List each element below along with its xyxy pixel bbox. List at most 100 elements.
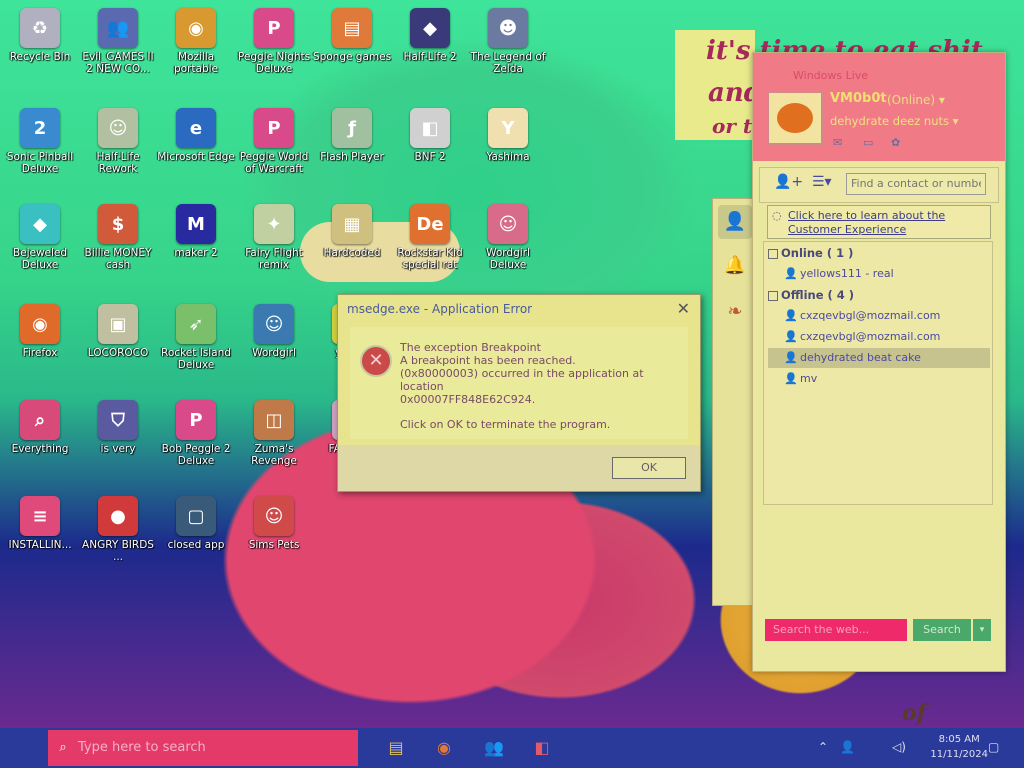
game-icon: ☺: [254, 304, 294, 344]
contact-search-input[interactable]: [846, 173, 986, 195]
add-contact-icon[interactable]: 👤+: [774, 174, 803, 190]
desktop-icon[interactable]: ◉ Mozilla portable: [156, 8, 236, 75]
desktop-icon[interactable]: P Bob Peggle 2 Deluxe: [156, 400, 236, 467]
taskbar-search[interactable]: ⌕ Type here to search: [48, 730, 358, 766]
message-line: (0x80000003) occurred in the application…: [400, 367, 644, 393]
desktop-icon[interactable]: ◆ Bejeweled Deluxe: [0, 204, 80, 271]
group-label: Offline ( 4 ): [781, 288, 855, 302]
desktop-icon-label: Peggle World of Warcraft: [239, 151, 309, 175]
desktop-icon[interactable]: $ Billie MONEY cash: [78, 204, 158, 271]
desktop-icon[interactable]: ▣ LOCOROCO: [78, 304, 158, 359]
desktop-icon[interactable]: Mmaker 2: [156, 204, 236, 259]
customer-experience-notice[interactable]: ◌ Click here to learn about the Customer…: [767, 205, 991, 239]
taskbar: ⌕ Type here to search ▤ ◉ 👥 ◧ ⌃ 👤 ◁) 8:05…: [0, 728, 1024, 768]
ok-button[interactable]: OK: [612, 457, 686, 479]
status-selector[interactable]: (Online) ▾: [887, 93, 945, 107]
desktop-icon[interactable]: ➶ Rocket Island Deluxe: [156, 304, 236, 371]
search-icon: ⌕: [59, 740, 67, 755]
error-icon: ✕: [360, 345, 392, 377]
desktop-icon[interactable]: ◆ Half-Life 2: [390, 8, 470, 63]
contact-item[interactable]: 👤 cxzqevbgl@mozmail.com: [784, 327, 990, 347]
desktop-icon-label: Flash Player: [320, 151, 384, 163]
game-icon: Y: [488, 108, 528, 148]
desktop-icon[interactable]: ◉ Firefox: [0, 304, 80, 359]
firefox-icon[interactable]: ◉: [430, 734, 458, 762]
desktop-icon[interactable]: ▦ Hardcoded: [312, 204, 392, 259]
desktop-icon[interactable]: ♻ Recycle Bin: [0, 8, 80, 63]
group-offline[interactable]: Offline ( 4 ): [768, 288, 854, 302]
desktop-icon[interactable]: ≡ INSTALLIN...: [0, 496, 80, 551]
message-line: The exception Breakpoint: [400, 341, 541, 354]
app-icon[interactable]: ◧: [528, 734, 556, 762]
desktop-icon[interactable]: 👥 Evil_GAMES II 2 NEW CO...: [78, 8, 158, 75]
desktop-icon[interactable]: ⛉ is very: [78, 400, 158, 455]
desktop-icon[interactable]: 2 Sonic Pinball Deluxe: [0, 108, 80, 175]
messenger-tray-icon[interactable]: 👤: [840, 740, 855, 754]
desktop-icon-label: Fairy Flight remix: [245, 247, 303, 271]
desktop-icon[interactable]: ☺ Sims Pets: [234, 496, 314, 551]
web-search-button[interactable]: Search: [913, 619, 971, 641]
user-name: VM0b0t: [830, 91, 887, 106]
angry-bird-icon: ●: [98, 496, 138, 536]
avatar[interactable]: [767, 91, 823, 145]
leaf-tab-icon[interactable]: ❧: [718, 295, 752, 329]
game-icon: ☻: [488, 8, 528, 48]
mail-icon[interactable]: ✉: [833, 136, 842, 149]
file-explorer-icon[interactable]: ▤: [382, 734, 410, 762]
notifications-icon[interactable]: ▢: [988, 740, 999, 754]
contacts-tab-icon[interactable]: 👤: [718, 205, 752, 239]
contact-item[interactable]: 👤 dehydrated beat cake: [768, 348, 990, 368]
game-icon: ✦: [254, 204, 294, 244]
messenger-window: Windows Live VM0b0t (Online) ▾ dehydrate…: [752, 52, 1006, 672]
folder-icon[interactable]: ▭: [863, 136, 873, 149]
desktop-icon[interactable]: ☺ Wordgirl Deluxe: [468, 204, 548, 271]
desktop-icon-label: maker 2: [174, 247, 218, 259]
start-button[interactable]: [0, 728, 46, 768]
view-options-icon[interactable]: ☰▾: [812, 174, 832, 190]
desktop-icon[interactable]: ⌕ Everything: [0, 400, 80, 455]
desktop-icon[interactable]: ▤ Sponge games: [312, 8, 392, 63]
close-icon[interactable]: ✕: [677, 299, 690, 318]
alerts-tab-icon[interactable]: 🔔: [718, 249, 752, 283]
instruction-text: Click on OK to terminate the program.: [400, 418, 611, 431]
web-search-input[interactable]: Search the web...: [765, 619, 907, 641]
contact-name: dehydrated beat cake: [800, 351, 921, 364]
desktop-icon[interactable]: e Microsoft Edge: [156, 108, 236, 163]
desktop-icon[interactable]: ☻ The Legend of Zelda: [468, 8, 548, 75]
group-online[interactable]: Online ( 1 ): [768, 246, 853, 260]
notice-link[interactable]: Click here to learn about the Customer E…: [788, 209, 990, 237]
desktop-icon[interactable]: Y Yashima: [468, 108, 548, 163]
desktop-icon[interactable]: ● ANGRY BIRDS ...: [78, 496, 158, 563]
game-icon: ☺: [488, 204, 528, 244]
contact-item[interactable]: 👤 yellows111 - real: [784, 264, 990, 284]
contact-item[interactable]: 👤 cxzqevbgl@mozmail.com: [784, 306, 990, 326]
desktop-icon[interactable]: ☺ Wordgirl: [234, 304, 314, 359]
personal-message[interactable]: dehydrate deez nuts ▾: [830, 114, 958, 128]
gem-icon: ◆: [20, 204, 60, 244]
chevron-up-icon[interactable]: ⌃: [818, 740, 828, 754]
desktop-icon-label: Firefox: [22, 347, 58, 359]
desktop-icon[interactable]: P Peggle Nights Deluxe: [234, 8, 314, 75]
rocket-icon: ➶: [176, 304, 216, 344]
desktop-icon-label: Half-Life 2: [403, 51, 457, 63]
desktop-icon[interactable]: De Rockstar Kid special rat: [390, 204, 470, 271]
desktop-icon[interactable]: ▢ closed app: [156, 496, 236, 551]
desktop-icon[interactable]: ☺ Half-Life Rework: [78, 108, 158, 175]
peggle-icon: P: [176, 400, 216, 440]
settings-icon[interactable]: ✿: [891, 136, 900, 149]
desktop-icon-label: Bejeweled Deluxe: [12, 247, 68, 271]
volume-icon[interactable]: ◁): [892, 740, 906, 754]
document-icon: ≡: [20, 496, 60, 536]
clock[interactable]: 8:05 AM 11/11/2024: [930, 732, 988, 762]
desktop-icon[interactable]: ✦ Fairy Flight remix: [234, 204, 314, 271]
desktop-icon[interactable]: P Peggle World of Warcraft: [234, 108, 314, 175]
desktop-icon[interactable]: ƒ Flash Player: [312, 108, 392, 163]
messenger-icon[interactable]: 👥: [480, 734, 508, 762]
peggle-icon: P: [254, 8, 294, 48]
desktop-icon[interactable]: ◫ Zuma's Revenge: [234, 400, 314, 467]
desktop-icon[interactable]: ◧ BNF 2: [390, 108, 470, 163]
contact-item[interactable]: 👤 mv: [784, 369, 990, 389]
date: 11/11/2024: [930, 749, 988, 760]
chevron-down-icon[interactable]: ▾: [973, 619, 991, 641]
group-label: Online ( 1 ): [781, 246, 854, 260]
